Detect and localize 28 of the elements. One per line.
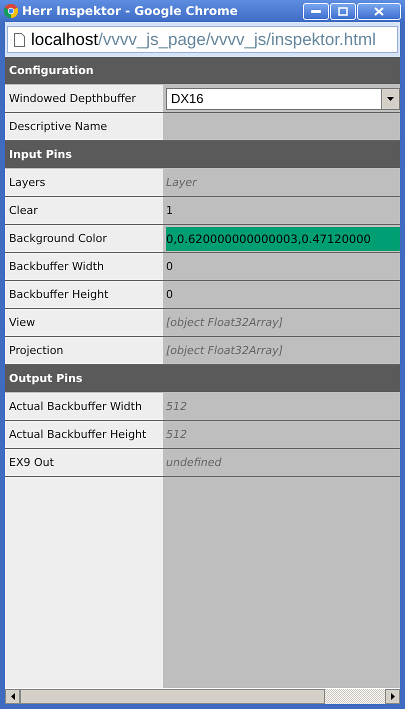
section-header: Output Pins	[5, 365, 400, 393]
value-field[interactable]: [object Float32Array]	[163, 309, 400, 336]
section-header: Configuration	[5, 57, 400, 85]
value-field[interactable]: 0	[163, 281, 400, 308]
page-icon	[14, 32, 25, 46]
scroll-left-icon[interactable]	[10, 693, 14, 700]
close-icon	[374, 6, 384, 16]
maximize-button[interactable]	[330, 2, 356, 20]
value-field[interactable]: 512	[163, 421, 400, 448]
address-bar[interactable]: localhost/vvvv_js_page/vvvv_js/inspektor.html	[7, 26, 398, 53]
format-dropdown[interactable]: DX16	[166, 88, 400, 110]
close-button[interactable]	[357, 2, 401, 20]
value-field[interactable]: Layer	[163, 169, 400, 196]
value-field[interactable]: [object Float32Array]	[163, 337, 400, 364]
value-field[interactable]: 1	[163, 197, 400, 224]
color-value[interactable]: 0,0.620000000000003,0.47120000	[166, 226, 400, 250]
horizontal-scrollbar[interactable]	[5, 688, 400, 704]
value-field[interactable]: 0	[163, 253, 400, 280]
browser-logo-icon	[4, 4, 18, 18]
value-field[interactable]: undefined	[163, 449, 400, 476]
minimize-icon	[311, 9, 321, 13]
maximize-icon	[338, 6, 348, 16]
window-title: Herr Inspektor - Google Chrome	[22, 4, 239, 18]
scroll-right-icon[interactable]	[390, 693, 394, 700]
value-field[interactable]: 512	[163, 393, 400, 420]
minimize-button[interactable]	[303, 2, 329, 20]
section-header: Input Pins	[5, 141, 400, 169]
caret-icon	[387, 96, 394, 100]
